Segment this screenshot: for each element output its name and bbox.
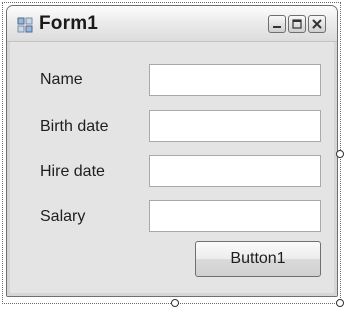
hire-date-field[interactable] — [149, 155, 321, 187]
maximize-button[interactable] — [288, 15, 306, 33]
birth-date-field[interactable] — [149, 110, 321, 142]
form-client-area: Name Birth date Hire date Salary Button1 — [7, 42, 337, 296]
resize-handle-corner[interactable] — [336, 299, 344, 307]
form-title: Form1 — [39, 13, 99, 34]
resize-handle-right[interactable] — [336, 150, 344, 158]
minimize-icon — [273, 26, 281, 28]
close-icon — [312, 19, 322, 29]
salary-label: Salary — [40, 208, 86, 225]
resize-handle-bottom[interactable] — [171, 299, 179, 307]
title-bar[interactable]: Form1 — [7, 6, 337, 42]
salary-field[interactable] — [149, 200, 321, 232]
name-field[interactable] — [149, 64, 321, 96]
form-window[interactable]: Form1 Name Birth date Hire date Salary B — [6, 5, 338, 297]
close-button[interactable] — [308, 15, 326, 33]
form-icon — [17, 17, 33, 33]
hire-date-label: Hire date — [40, 163, 105, 180]
name-label: Name — [40, 71, 83, 88]
maximize-icon — [292, 19, 302, 29]
birth-date-label: Birth date — [40, 118, 109, 135]
button1[interactable]: Button1 — [195, 241, 321, 277]
minimize-button[interactable] — [268, 15, 286, 33]
